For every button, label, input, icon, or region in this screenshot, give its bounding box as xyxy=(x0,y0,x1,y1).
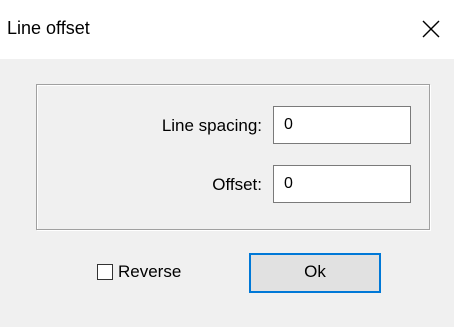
reverse-checkbox[interactable]: Reverse xyxy=(97,262,181,282)
reverse-checkbox-box[interactable] xyxy=(97,264,113,280)
title-bar[interactable]: Line offset xyxy=(0,0,454,59)
ok-button[interactable]: Ok xyxy=(249,253,381,293)
ok-button-label: Ok xyxy=(304,262,326,281)
offset-input[interactable] xyxy=(273,165,411,203)
dialog-title: Line offset xyxy=(7,18,90,38)
line-spacing-label: Line spacing: xyxy=(161,116,262,135)
close-icon xyxy=(422,20,440,38)
offset-label: Offset: xyxy=(212,175,262,194)
reverse-checkbox-label[interactable]: Reverse xyxy=(118,262,181,282)
close-button[interactable] xyxy=(408,6,454,52)
line-spacing-input[interactable] xyxy=(273,106,411,144)
line-offset-dialog: Line offset Line spacing: Offset: Revers… xyxy=(0,0,454,327)
